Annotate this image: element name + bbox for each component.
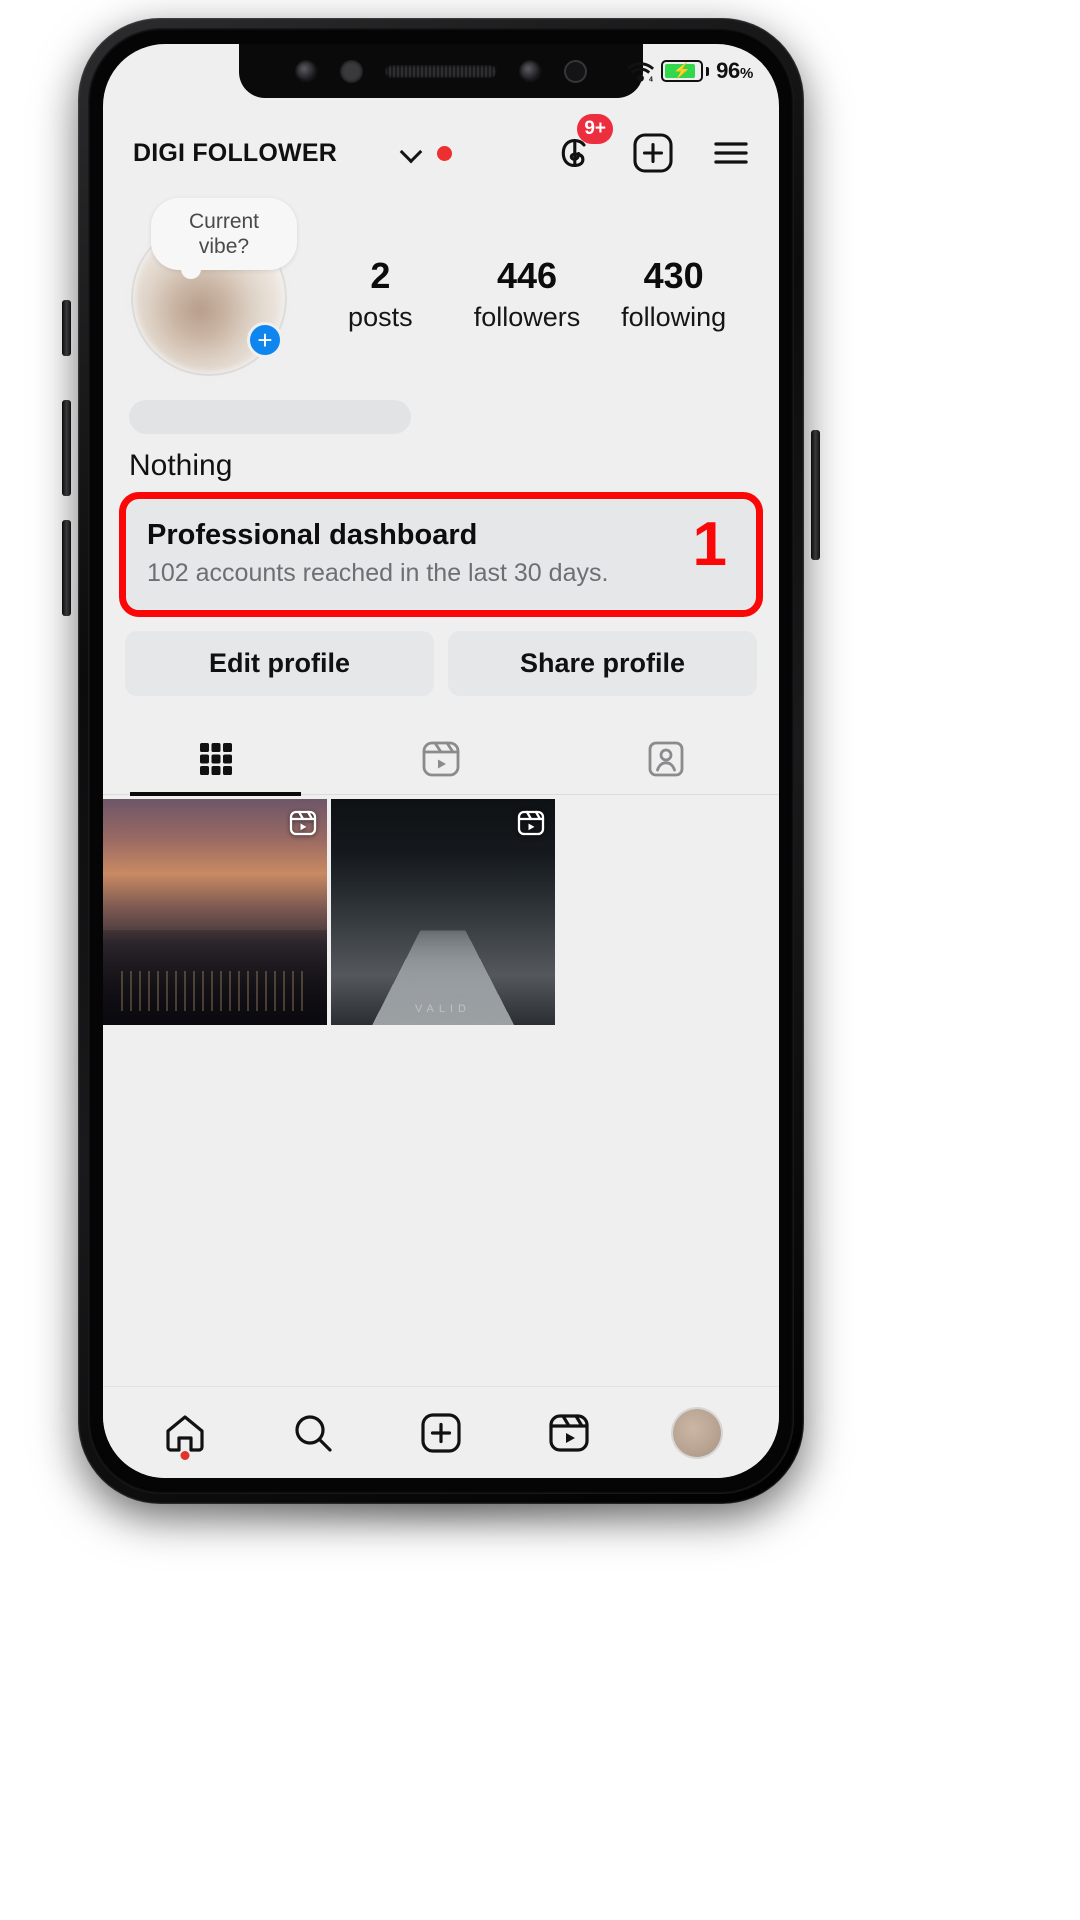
stat-posts[interactable]: 2 posts [320, 254, 440, 334]
bio-text: Nothing [129, 449, 233, 482]
stat-posts-value: 2 [370, 255, 391, 296]
profile-bio: Nothing [103, 374, 779, 484]
profile-stats: 2 posts 446 followers 430 following [289, 254, 753, 334]
stat-posts-label: posts [348, 302, 413, 332]
battery-percent-value: 96 [716, 58, 740, 83]
app-header: DIGI FOLLOWER 9+ [103, 114, 779, 192]
nav-profile[interactable] [654, 1402, 740, 1464]
professional-dashboard-card[interactable]: Professional dashboard 102 accounts reac… [125, 500, 757, 609]
phone-mute-button[interactable] [62, 300, 71, 356]
stat-following-value: 430 [643, 255, 704, 296]
tagged-person-icon [648, 741, 684, 777]
bio-name-redacted [129, 400, 411, 434]
post-pier-walkway[interactable]: VALID [331, 799, 555, 1025]
battery-percentage: 96% [716, 58, 753, 84]
search-icon [295, 1414, 332, 1452]
plus-square-icon [633, 133, 673, 173]
home-icon [166, 1414, 204, 1452]
profile-content: Current vibe? + 2 posts 446 followers 43… [103, 192, 779, 1386]
threads-notification-badge: 9+ [577, 114, 613, 144]
tab-reels[interactable] [328, 722, 553, 794]
add-to-story-button[interactable]: + [247, 322, 283, 358]
stat-followers[interactable]: 446 followers [467, 254, 587, 334]
red-dot-indicator [436, 145, 452, 161]
status-bar: 4 ⚡ 96% [103, 44, 779, 98]
plus-square-icon [421, 1412, 461, 1453]
reels-icon [549, 1413, 589, 1452]
avatar[interactable]: Current vibe? + [129, 198, 297, 374]
post-caption: VALID [415, 1003, 471, 1015]
phone-screen: 4 ⚡ 96% DIGI FOLLOWER 9+ Current vibe? +… [103, 44, 779, 1478]
tab-tagged[interactable] [554, 722, 779, 794]
professional-dashboard-wrapper: Professional dashboard 102 accounts reac… [119, 492, 763, 617]
nav-home[interactable] [142, 1402, 228, 1464]
svg-text:4: 4 [649, 76, 653, 82]
phone-volume-up-button[interactable] [62, 400, 71, 496]
reel-clip-icon [517, 810, 545, 836]
stat-followers-value: 446 [496, 255, 558, 296]
nav-search[interactable] [270, 1402, 356, 1464]
battery-charging-icon: ⚡ [661, 60, 710, 82]
hamburger-menu-icon [714, 142, 748, 164]
grid-icon [199, 743, 232, 775]
stat-followers-label: followers [473, 302, 581, 332]
wifi-icon: 4 [627, 61, 655, 83]
stat-following[interactable]: 430 following [614, 254, 734, 334]
profile-tabs [103, 722, 779, 796]
post-sunset-city[interactable] [103, 799, 327, 1025]
dashboard-title: Professional dashboard [147, 519, 478, 551]
profile-summary-row: Current vibe? + 2 posts 446 followers 43… [103, 192, 779, 374]
create-post-button[interactable] [631, 131, 675, 175]
nav-reels[interactable] [526, 1402, 612, 1464]
page-title: DIGI FOLLOWER [133, 138, 337, 167]
stat-following-label: following [621, 302, 727, 332]
threads-button[interactable]: 9+ [553, 114, 613, 175]
dashboard-subtitle: 102 accounts reached in the last 30 days… [147, 559, 609, 587]
chevron-down-icon[interactable] [401, 143, 421, 163]
menu-button[interactable] [709, 131, 753, 175]
tab-grid[interactable] [103, 722, 328, 796]
nav-create[interactable] [398, 1402, 484, 1464]
edit-profile-button[interactable]: Edit profile [125, 631, 434, 696]
avatar-icon [673, 1408, 721, 1457]
profile-note-bubble[interactable]: Current vibe? [151, 198, 297, 279]
phone-power-button[interactable] [811, 430, 820, 560]
share-profile-button[interactable]: Share profile [448, 631, 757, 696]
phone-volume-down-button[interactable] [62, 520, 71, 616]
username-selector[interactable]: DIGI FOLLOWER [133, 139, 519, 168]
reel-clip-icon [289, 810, 317, 836]
annotation-step-number: 1 [692, 510, 727, 579]
bottom-navigation-bar [103, 1386, 779, 1478]
battery-percent-symbol: % [739, 65, 753, 82]
post-grid: VALID [103, 799, 779, 1025]
home-active-dot [180, 1450, 190, 1460]
reels-icon [422, 741, 460, 777]
profile-action-buttons: Edit profile Share profile [125, 631, 757, 696]
